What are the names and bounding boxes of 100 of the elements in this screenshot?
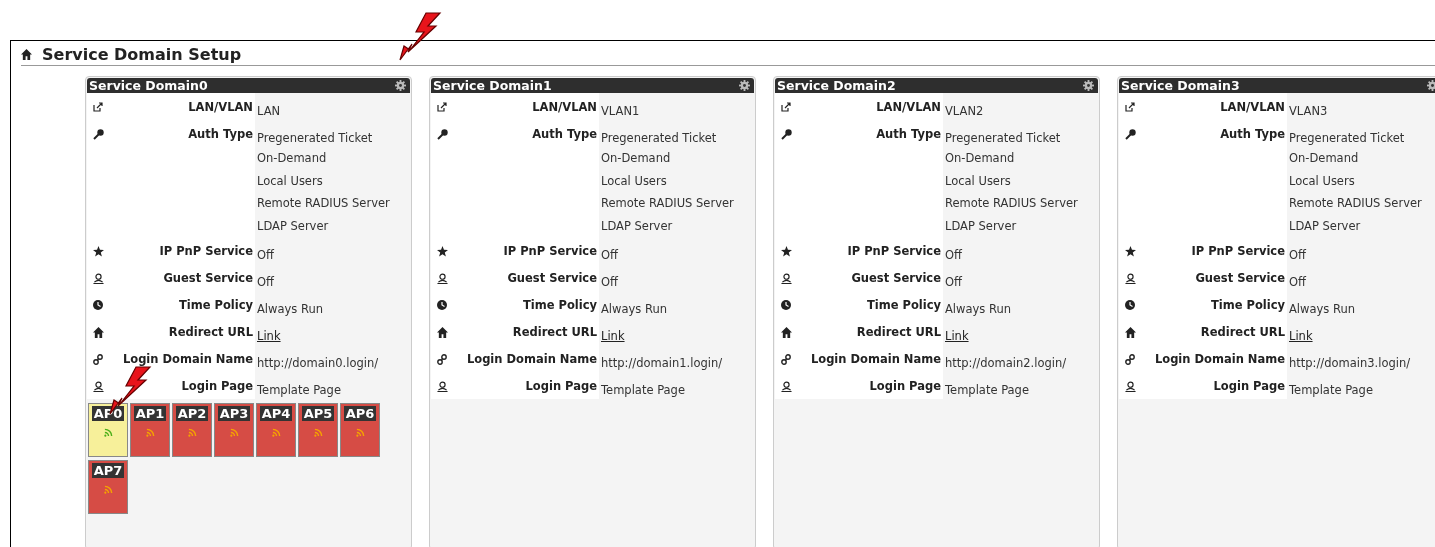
access-point-label: AP6: [343, 406, 377, 421]
field-value: Pregenerated Ticket: [257, 130, 374, 147]
field-label: Login Domain Name: [465, 352, 598, 366]
field-label: Login Domain Name: [809, 352, 942, 366]
panel-title: Service Domain3: [1121, 78, 1240, 93]
lightning-arrow-icon: [396, 12, 442, 62]
link-icon: [437, 354, 447, 365]
star-icon: [780, 246, 792, 257]
access-point-tile[interactable]: AP3: [214, 403, 254, 457]
access-point-tile[interactable]: AP5: [298, 403, 338, 457]
person-icon: [1124, 381, 1136, 392]
field-label: IP PnP Service: [158, 244, 254, 258]
field-label: Login Domain Name: [121, 352, 254, 366]
settings-icon[interactable]: [1427, 80, 1435, 91]
settings-icon[interactable]: [739, 80, 750, 91]
clock-icon: [437, 300, 447, 310]
field-label: IP PnP Service: [846, 244, 942, 258]
access-point-label: AP0: [91, 406, 125, 421]
field-value: Remote RADIUS Server: [601, 195, 735, 212]
external-link-icon: [1125, 102, 1135, 112]
field-value: VLAN1: [601, 103, 641, 120]
field-value: Always Run: [945, 301, 1013, 318]
field-label: Guest Service: [506, 271, 598, 285]
field-value: LAN: [257, 103, 282, 120]
access-point-tile[interactable]: AP1: [130, 403, 170, 457]
field-value: Template Page: [1289, 382, 1374, 399]
person-icon: [1124, 273, 1136, 284]
field-label: Auth Type: [1219, 127, 1286, 141]
wireless-signal-icon: [103, 485, 113, 494]
panel-title: Service Domain1: [433, 78, 552, 93]
access-point-tile[interactable]: AP6: [340, 403, 380, 457]
wireless-signal-icon: [355, 428, 365, 437]
access-point-label: AP7: [91, 463, 125, 478]
field-label: Login Domain Name: [1153, 352, 1286, 366]
field-value: LDAP Server: [1289, 217, 1362, 235]
key-icon: [436, 129, 448, 140]
home-icon: [436, 327, 448, 338]
field-value: Local Users: [945, 172, 1012, 190]
field-value: VLAN2: [945, 103, 985, 120]
access-point-label: AP5: [301, 406, 335, 421]
field-label: Auth Type: [531, 127, 598, 141]
redirect-link[interactable]: Link: [1289, 327, 1313, 345]
link-icon: [93, 354, 103, 365]
wireless-signal-icon: [103, 428, 113, 437]
access-point-tile[interactable]: AP2: [172, 403, 212, 457]
wireless-signal-icon: [187, 428, 197, 437]
field-label: Login Page: [524, 379, 598, 393]
field-value: Off: [601, 247, 619, 264]
panel-title: Service Domain2: [777, 78, 896, 93]
key-icon: [780, 129, 792, 140]
field-value: Off: [257, 247, 275, 264]
field-value: Off: [257, 274, 275, 291]
person-icon: [436, 273, 448, 284]
access-point-tile[interactable]: AP0: [88, 403, 128, 457]
field-label: IP PnP Service: [502, 244, 598, 258]
field-value: On-Demand: [601, 150, 672, 167]
wireless-signal-icon: [271, 428, 281, 437]
redirect-link[interactable]: Link: [945, 327, 969, 345]
field-label: Time Policy: [865, 298, 942, 312]
field-value: Template Page: [257, 382, 342, 399]
link-icon: [1125, 354, 1135, 365]
field-label: LAN/VLAN: [187, 100, 254, 114]
link-icon: [781, 354, 791, 365]
star-icon: [92, 246, 104, 257]
field-label: Login Page: [180, 379, 254, 393]
field-value: Local Users: [1289, 172, 1356, 190]
wireless-signal-icon: [229, 428, 239, 437]
settings-icon[interactable]: [1083, 80, 1094, 91]
panel-title: Service Domain0: [89, 78, 208, 93]
field-value: Template Page: [945, 382, 1030, 399]
settings-icon[interactable]: [395, 80, 406, 91]
field-value: Pregenerated Ticket: [601, 130, 718, 147]
field-value: Local Users: [257, 172, 324, 190]
key-icon: [1124, 129, 1136, 140]
wireless-signal-icon: [313, 428, 323, 437]
field-label: Guest Service: [162, 271, 254, 285]
field-value: On-Demand: [257, 150, 328, 167]
access-point-label: AP3: [217, 406, 251, 421]
field-value: Off: [945, 274, 963, 291]
field-value: LDAP Server: [257, 217, 330, 235]
wireless-signal-icon: [145, 428, 155, 437]
access-point-label: AP2: [175, 406, 209, 421]
field-value: Remote RADIUS Server: [1289, 195, 1423, 212]
field-value: Off: [1289, 247, 1307, 264]
redirect-link[interactable]: Link: [601, 327, 625, 345]
field-label: Login Page: [868, 379, 942, 393]
field-value: VLAN3: [1289, 103, 1329, 120]
field-value: Always Run: [601, 301, 669, 318]
field-label: Time Policy: [521, 298, 598, 312]
field-label: LAN/VLAN: [875, 100, 942, 114]
field-label: Redirect URL: [167, 325, 254, 339]
field-value: On-Demand: [1289, 150, 1360, 167]
field-label: LAN/VLAN: [531, 100, 598, 114]
access-point-tile[interactable]: AP4: [256, 403, 296, 457]
field-value: Off: [601, 274, 619, 291]
redirect-link[interactable]: Link: [257, 327, 281, 345]
field-value: Off: [945, 247, 963, 264]
field-value: LDAP Server: [945, 217, 1018, 235]
access-point-tile[interactable]: AP7: [88, 460, 128, 514]
field-label: Guest Service: [850, 271, 942, 285]
